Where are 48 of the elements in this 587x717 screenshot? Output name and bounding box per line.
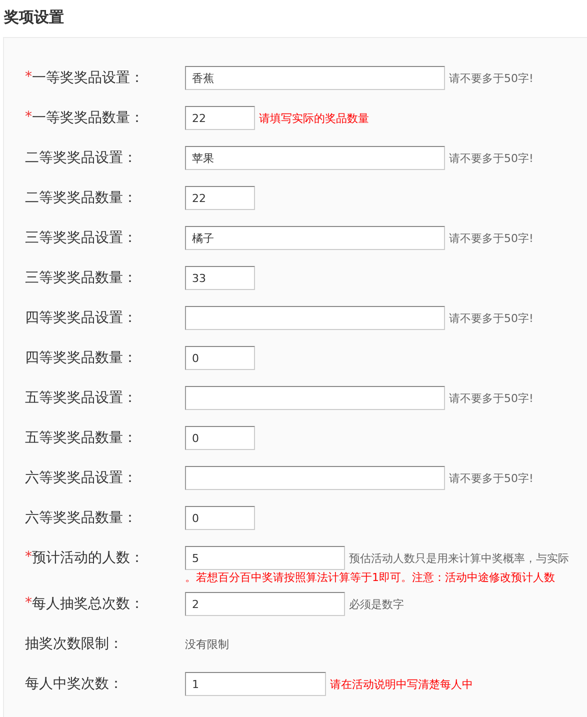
- field-hint: 请不要多于50字!: [449, 70, 534, 86]
- input-field[interactable]: 5: [185, 546, 345, 570]
- field-label: 四等奖奖品数量：: [25, 349, 137, 367]
- required-mark: *: [25, 109, 32, 127]
- required-mark: *: [25, 595, 32, 613]
- input-field[interactable]: 橘子: [185, 226, 445, 250]
- field-hint: 请不要多于50字!: [449, 390, 534, 406]
- input-field[interactable]: 0: [185, 426, 255, 450]
- required-mark: *: [25, 69, 32, 87]
- field-label: 六等奖奖品数量：: [25, 509, 137, 527]
- field-hint: 必须是数字: [349, 596, 404, 612]
- input-field[interactable]: 苹果: [185, 146, 445, 170]
- input-field[interactable]: [185, 306, 445, 330]
- input-field[interactable]: 22: [185, 106, 255, 130]
- field-label: 每人中奖次数：: [25, 675, 123, 693]
- field-label: 四等奖奖品设置：: [25, 309, 137, 327]
- field-label: 二等奖奖品数量：: [25, 189, 137, 207]
- field-hint: 请不要多于50字!: [449, 310, 534, 326]
- field-label: 二等奖奖品设置：: [25, 149, 137, 167]
- field-label: 五等奖奖品设置：: [25, 389, 137, 407]
- field-hint: 请在活动说明中写清楚每人中: [330, 676, 473, 692]
- field-label: 一等奖奖品设置：: [32, 69, 144, 87]
- input-field[interactable]: [185, 386, 445, 410]
- field-label: 每人抽奖总次数：: [32, 595, 144, 613]
- input-field[interactable]: [185, 466, 445, 490]
- field-hint: 预估活动人数只是用来计算中奖概率，与实际: [349, 550, 569, 566]
- input-field[interactable]: 1: [185, 672, 326, 696]
- field-label: 三等奖奖品设置：: [25, 229, 137, 247]
- field-label: 六等奖奖品设置：: [25, 469, 137, 487]
- required-mark: *: [25, 549, 32, 567]
- field-label: 预计活动的人数：: [32, 549, 144, 567]
- input-field[interactable]: 2: [185, 592, 345, 616]
- section-title: 奖项设置: [2, 7, 65, 28]
- input-field[interactable]: 香蕉: [185, 66, 445, 90]
- field-label: 五等奖奖品数量：: [25, 429, 137, 447]
- field-value: 没有限制: [185, 636, 229, 652]
- field-hint: 请填写实际的奖品数量: [259, 110, 369, 126]
- input-field[interactable]: 0: [185, 506, 255, 530]
- input-field[interactable]: 33: [185, 266, 255, 290]
- field-label: 三等奖奖品数量：: [25, 269, 137, 287]
- input-field[interactable]: 0: [185, 346, 255, 370]
- field-hint: 请不要多于50字!: [449, 470, 534, 486]
- field-label: 一等奖奖品数量：: [32, 109, 144, 127]
- field-hint: 请不要多于50字!: [449, 150, 534, 166]
- field-hint: 。若想百分百中奖请按照算法计算等于1即可。注意：活动中途修改预计人数: [185, 570, 556, 584]
- field-label: 抽奖次数限制：: [25, 635, 123, 653]
- input-field[interactable]: 22: [185, 186, 255, 210]
- field-hint: 请不要多于50字!: [449, 230, 534, 246]
